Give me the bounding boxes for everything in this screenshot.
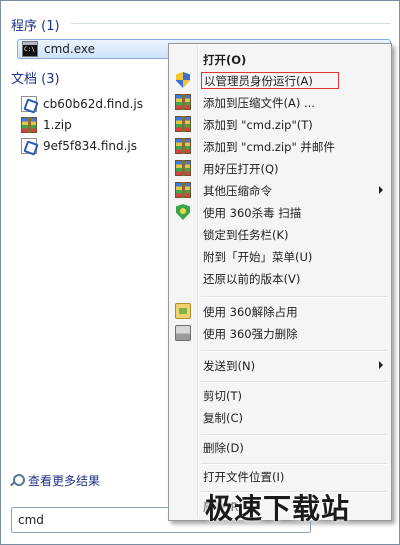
menu-item-label: 其他压缩命令	[203, 184, 272, 198]
menu-item-label: 使用 360解除占用	[203, 305, 298, 319]
menu-separator	[201, 296, 387, 298]
archive-icon	[175, 138, 191, 154]
menu-item-label: 删除(D)	[203, 441, 244, 455]
menu-item-label: 复制(C)	[203, 411, 244, 425]
js-icon	[21, 138, 37, 154]
antivirus-shield-icon	[175, 204, 191, 220]
menu-separator	[201, 350, 387, 352]
menu-item-360-force-delete[interactable]: 使用 360强力删除	[171, 323, 389, 344]
unlock-icon	[175, 303, 191, 319]
menu-item-add-to-archive[interactable]: 添加到压缩文件(A) ...	[171, 92, 389, 113]
menu-separator	[201, 463, 387, 465]
archive-icon	[175, 160, 191, 176]
menu-item-label: 添加到压缩文件(A) ...	[203, 96, 315, 110]
menu-item-label: 添加到 "cmd.zip" 并邮件	[203, 140, 335, 154]
programs-group-header[interactable]: 程序 (1)	[11, 15, 60, 34]
menu-item-copy[interactable]: 复制(C)	[171, 407, 389, 428]
archive-icon	[175, 116, 191, 132]
submenu-arrow-icon	[379, 186, 383, 194]
menu-item-label: 打开(O)	[203, 53, 247, 67]
menu-item-label: 附到「开始」菜单(U)	[203, 250, 313, 264]
menu-item-delete[interactable]: 删除(D)	[171, 437, 389, 458]
menu-item-label: 锁定到任务栏(K)	[203, 228, 289, 242]
menu-item-label: 使用 360强力删除	[203, 327, 298, 341]
result-item-document[interactable]: cb60b62d.find.js	[21, 94, 143, 114]
result-item-label: 9ef5f834.find.js	[43, 139, 138, 153]
see-more-results-link[interactable]: 查看更多结果	[9, 472, 100, 489]
result-item-document[interactable]: 1.zip	[21, 115, 72, 135]
menu-item-label: 添加到 "cmd.zip"(T)	[203, 118, 313, 132]
uac-shield-icon	[175, 72, 191, 88]
site-watermark: 极速下载站	[205, 492, 351, 525]
menu-item-label: 以管理员身份运行(A)	[201, 72, 339, 89]
programs-header-rule	[71, 23, 391, 24]
menu-item-run-as-admin[interactable]: 以管理员身份运行(A)	[171, 70, 389, 91]
menu-item-cut[interactable]: 剪切(T)	[171, 385, 389, 406]
result-item-label: 1.zip	[43, 118, 72, 132]
search-icon	[9, 473, 25, 488]
archive-icon	[175, 182, 191, 198]
menu-item-open-with-haozip[interactable]: 用好压打开(Q)	[171, 158, 389, 179]
js-icon	[21, 96, 37, 112]
menu-item-open-file-location[interactable]: 打开文件位置(I)	[171, 466, 389, 487]
menu-item-label: 还原以前的版本(V)	[203, 272, 301, 286]
context-menu: 打开(O) 以管理员身份运行(A) 添加到压缩文件(A) ... 添加到 "cm…	[168, 43, 392, 521]
menu-item-other-compression-commands[interactable]: 其他压缩命令	[171, 180, 389, 201]
menu-separator	[201, 381, 387, 383]
menu-item-send-to[interactable]: 发送到(N)	[171, 355, 389, 376]
menu-item-add-to-cmd-zip-and-email[interactable]: 添加到 "cmd.zip" 并邮件	[171, 136, 389, 157]
menu-item-label: 用好压打开(Q)	[203, 162, 279, 176]
menu-separator	[201, 434, 387, 436]
menu-item-label: 剪切(T)	[203, 389, 242, 403]
programs-group-label: 程序 (1)	[11, 19, 60, 34]
documents-group-label: 文档 (3)	[11, 72, 60, 87]
see-more-label: 查看更多结果	[28, 474, 101, 488]
result-item-document[interactable]: 9ef5f834.find.js	[21, 136, 137, 156]
menu-item-open[interactable]: 打开(O)	[171, 49, 389, 70]
shredder-icon	[175, 325, 191, 341]
archive-icon	[175, 94, 191, 110]
menu-item-pin-to-start-menu[interactable]: 附到「开始」菜单(U)	[171, 246, 389, 267]
cmd-icon	[22, 41, 38, 57]
result-item-label: cb60b62d.find.js	[43, 97, 143, 111]
documents-group-header[interactable]: 文档 (3)	[11, 68, 60, 87]
result-item-label: cmd.exe	[44, 42, 96, 56]
zip-icon	[21, 117, 37, 133]
menu-item-360-antivirus-scan[interactable]: 使用 360杀毒 扫描	[171, 202, 389, 223]
menu-item-label: 发送到(N)	[203, 359, 256, 373]
menu-item-360-unlock[interactable]: 使用 360解除占用	[171, 301, 389, 322]
menu-item-pin-to-taskbar[interactable]: 锁定到任务栏(K)	[171, 224, 389, 245]
menu-item-label: 打开文件位置(I)	[203, 470, 285, 484]
menu-item-restore-previous-versions[interactable]: 还原以前的版本(V)	[171, 268, 389, 289]
submenu-arrow-icon	[379, 361, 383, 369]
menu-item-add-to-cmd-zip[interactable]: 添加到 "cmd.zip"(T)	[171, 114, 389, 135]
menu-item-label: 使用 360杀毒 扫描	[203, 206, 302, 220]
